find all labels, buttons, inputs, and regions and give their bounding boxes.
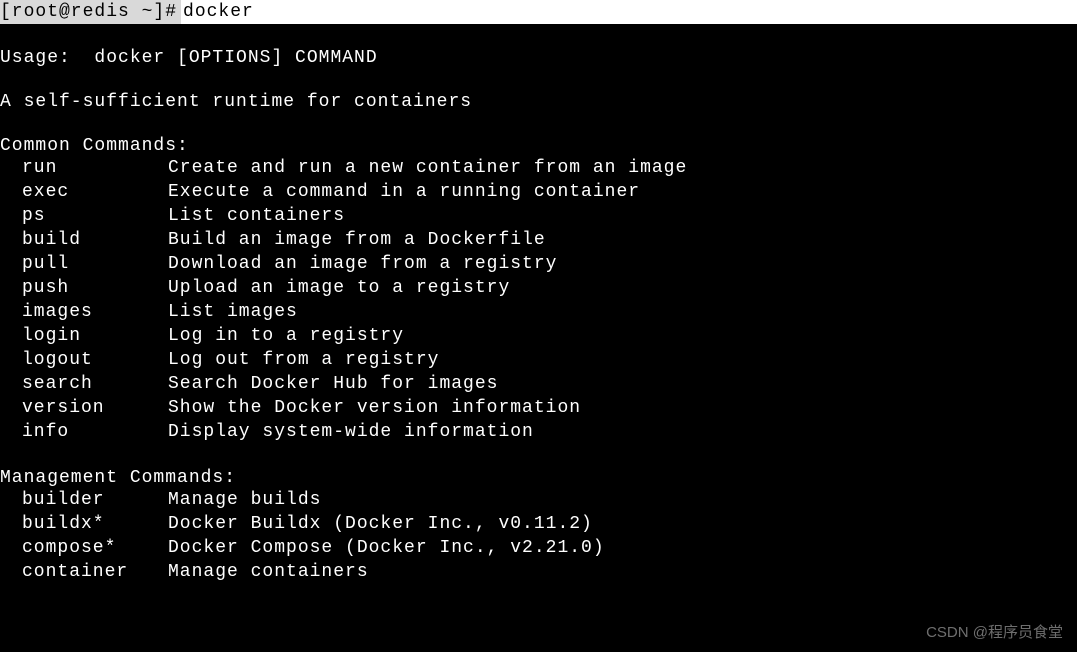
command-name: container: [22, 560, 168, 584]
command-row: logoutLog out from a registry: [0, 348, 1077, 372]
indent: [0, 228, 22, 252]
command-description: Download an image from a registry: [168, 252, 557, 276]
command-name: images: [22, 300, 168, 324]
command-row: loginLog in to a registry: [0, 324, 1077, 348]
watermark-text: CSDN @程序员食堂: [926, 621, 1063, 642]
command-name: logout: [22, 348, 168, 372]
command-row: runCreate and run a new container from a…: [0, 156, 1077, 180]
common-commands-header: Common Commands:: [0, 136, 1077, 156]
terminal-output: Usage: docker [OPTIONS] COMMAND A self-s…: [0, 24, 1077, 584]
command-row: psList containers: [0, 204, 1077, 228]
indent: [0, 488, 22, 512]
command-row: imagesList images: [0, 300, 1077, 324]
command-row: versionShow the Docker version informati…: [0, 396, 1077, 420]
command-description: Show the Docker version information: [168, 396, 581, 420]
command-description: Docker Buildx (Docker Inc., v0.11.2): [168, 512, 593, 536]
command-row: searchSearch Docker Hub for images: [0, 372, 1077, 396]
indent: [0, 252, 22, 276]
command-name: version: [22, 396, 168, 420]
indent: [0, 372, 22, 396]
command-description: Display system-wide information: [168, 420, 534, 444]
indent: [0, 536, 22, 560]
indent: [0, 560, 22, 584]
command-name: login: [22, 324, 168, 348]
indent: [0, 300, 22, 324]
description-line: A self-sufficient runtime for containers: [0, 92, 1077, 112]
command-row: pullDownload an image from a registry: [0, 252, 1077, 276]
command-name: run: [22, 156, 168, 180]
command-name: buildx*: [22, 512, 168, 536]
indent: [0, 156, 22, 180]
shell-prompt: [root@redis ~]#: [0, 0, 181, 24]
indent: [0, 512, 22, 536]
command-row: compose*Docker Compose (Docker Inc., v2.…: [0, 536, 1077, 560]
command-description: Docker Compose (Docker Inc., v2.21.0): [168, 536, 605, 560]
command-description: List containers: [168, 204, 345, 228]
command-name: push: [22, 276, 168, 300]
indent: [0, 180, 22, 204]
usage-line: Usage: docker [OPTIONS] COMMAND: [0, 48, 1077, 68]
indent: [0, 420, 22, 444]
indent: [0, 348, 22, 372]
command-row: builderManage builds: [0, 488, 1077, 512]
command-row: pushUpload an image to a registry: [0, 276, 1077, 300]
command-name: compose*: [22, 536, 168, 560]
indent: [0, 324, 22, 348]
command-name: pull: [22, 252, 168, 276]
command-name: info: [22, 420, 168, 444]
command-description: Build an image from a Dockerfile: [168, 228, 546, 252]
command-description: Search Docker Hub for images: [168, 372, 498, 396]
command-row: containerManage containers: [0, 560, 1077, 584]
command-name: exec: [22, 180, 168, 204]
command-row: infoDisplay system-wide information: [0, 420, 1077, 444]
command-row: buildBuild an image from a Dockerfile: [0, 228, 1077, 252]
command-description: Manage containers: [168, 560, 369, 584]
command-row: execExecute a command in a running conta…: [0, 180, 1077, 204]
command-description: Upload an image to a registry: [168, 276, 510, 300]
command-description: Create and run a new container from an i…: [168, 156, 687, 180]
command-name: builder: [22, 488, 168, 512]
command-description: Execute a command in a running container: [168, 180, 640, 204]
terminal-prompt-line[interactable]: [root@redis ~]# docker: [0, 0, 1077, 24]
command-row: buildx*Docker Buildx (Docker Inc., v0.11…: [0, 512, 1077, 536]
command-description: Log in to a registry: [168, 324, 404, 348]
management-commands-list: builderManage buildsbuildx*Docker Buildx…: [0, 488, 1077, 584]
common-commands-list: runCreate and run a new container from a…: [0, 156, 1077, 444]
typed-command[interactable]: docker: [181, 0, 1077, 24]
command-description: Manage builds: [168, 488, 321, 512]
indent: [0, 204, 22, 228]
command-name: ps: [22, 204, 168, 228]
indent: [0, 276, 22, 300]
command-description: List images: [168, 300, 298, 324]
indent: [0, 396, 22, 420]
command-description: Log out from a registry: [168, 348, 439, 372]
command-name: build: [22, 228, 168, 252]
management-commands-header: Management Commands:: [0, 468, 1077, 488]
command-name: search: [22, 372, 168, 396]
